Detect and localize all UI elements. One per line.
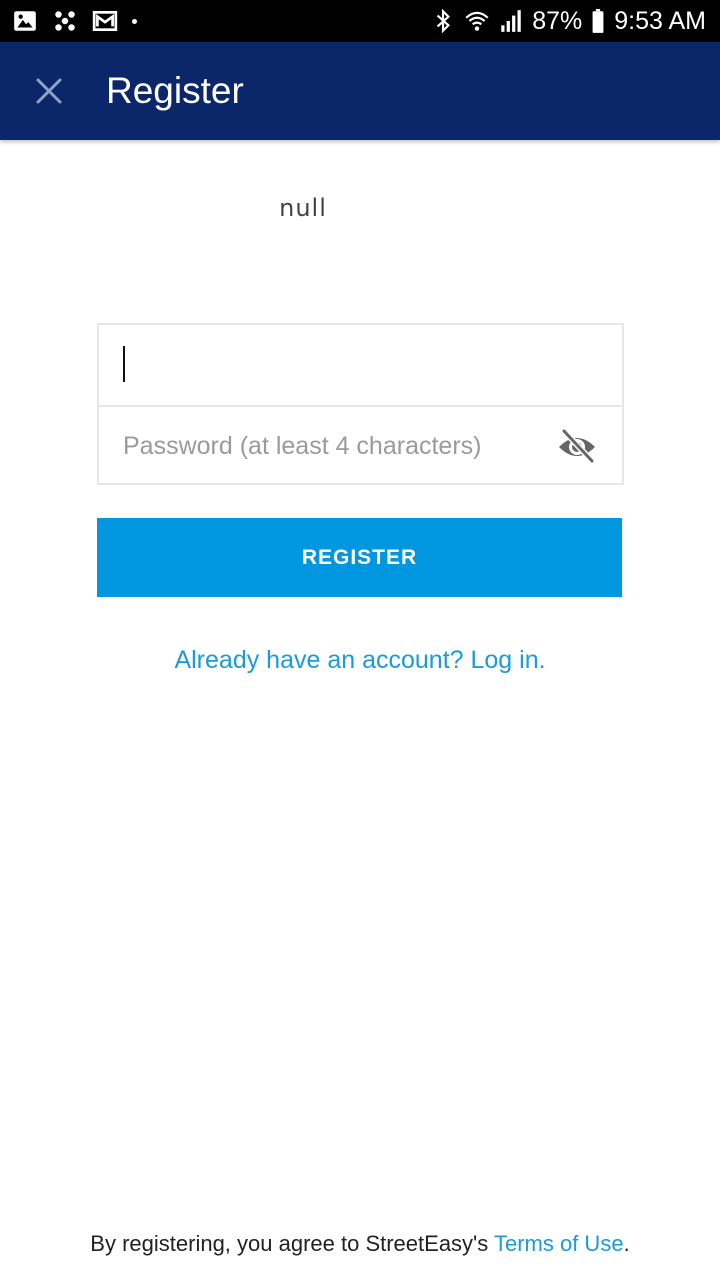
page-title: Register	[106, 70, 244, 111]
terms-prefix: By registering, you agree to StreetEasy'…	[90, 1231, 494, 1256]
gmail-icon	[92, 8, 118, 34]
status-time: 9:53 AM	[614, 7, 706, 35]
password-field-container	[99, 405, 622, 485]
terms-of-use-link[interactable]: Terms of Use	[494, 1231, 624, 1256]
pinwheel-icon	[52, 8, 78, 34]
eye-off-icon	[559, 428, 595, 464]
app-bar: Register	[0, 42, 720, 140]
close-icon	[36, 78, 62, 104]
battery-icon	[590, 8, 606, 34]
notification-dot-icon	[132, 18, 137, 24]
email-field[interactable]	[123, 345, 543, 383]
status-bar-right: 87% 9:53 AM	[430, 6, 706, 36]
terms-suffix: .	[623, 1231, 630, 1256]
toggle-password-visibility-button[interactable]	[556, 427, 598, 467]
bluetooth-icon	[430, 8, 456, 34]
battery-percent: 87%	[532, 7, 583, 35]
status-bar: 87% 9:53 AM	[0, 0, 720, 42]
wifi-icon	[464, 8, 490, 34]
register-form	[97, 323, 624, 485]
login-link[interactable]: Already have an account? Log in.	[0, 646, 720, 675]
register-button[interactable]: REGISTER	[97, 518, 622, 597]
terms-footer: By registering, you agree to StreetEasy'…	[0, 1231, 720, 1257]
status-bar-left	[12, 8, 137, 34]
text-cursor	[123, 346, 125, 382]
close-button[interactable]	[24, 66, 74, 116]
password-field[interactable]	[123, 427, 543, 465]
gallery-icon	[12, 8, 38, 34]
signal-icon	[498, 8, 524, 34]
email-field-container	[99, 325, 622, 403]
header-text: null	[279, 194, 327, 222]
